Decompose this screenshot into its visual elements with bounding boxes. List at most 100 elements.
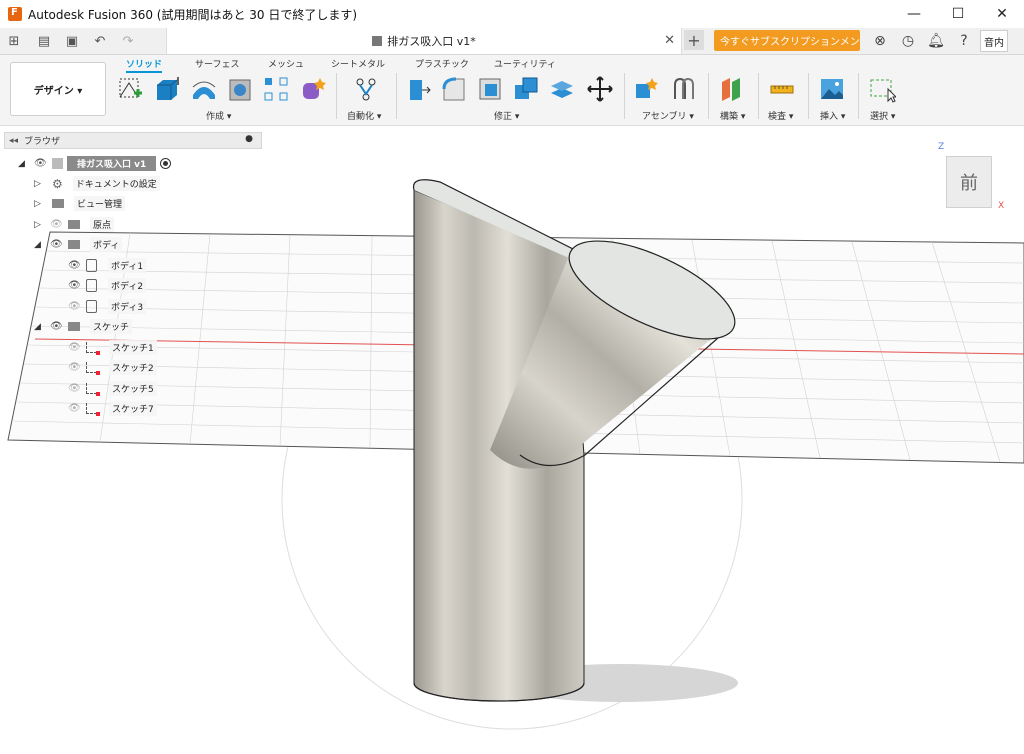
job-status-icon[interactable]: ◷ xyxy=(894,30,922,52)
collapsed-triangle-icon[interactable]: ▷ xyxy=(34,220,44,230)
collapse-panel-icon[interactable]: ◂◂ xyxy=(9,136,18,146)
modify-group-label[interactable]: 修正 ▾ xyxy=(494,109,519,122)
eye-icon[interactable]: 👁︎ xyxy=(34,158,48,169)
eye-hidden-icon[interactable]: 👁︎ xyxy=(68,403,82,414)
eye-hidden-icon[interactable]: 👁︎ xyxy=(50,219,64,230)
eye-hidden-icon[interactable]: 👁︎ xyxy=(68,301,82,312)
move-copy-icon[interactable] xyxy=(586,75,614,103)
tab-solid[interactable]: ソリッド xyxy=(126,57,163,73)
tree-item-sketch2[interactable]: 👁︎ スケッチ2 xyxy=(68,359,157,376)
eye-icon[interactable]: 👁︎ xyxy=(68,260,82,271)
data-panel-grid-icon[interactable]: ⊞ xyxy=(3,30,25,52)
tree-item-sketch1[interactable]: 👁︎ スケッチ1 xyxy=(68,339,157,356)
tree-item-sketch7[interactable]: 👁︎ スケッチ7 xyxy=(68,400,157,417)
create-group-label[interactable]: 作成 ▾ xyxy=(206,109,231,122)
press-pull-icon[interactable] xyxy=(404,75,432,103)
tree-root-label: 排ガス吸入口 v1 xyxy=(67,156,157,171)
close-button[interactable]: ✕ xyxy=(980,0,1024,28)
tab-surface[interactable]: サーフェス xyxy=(195,57,239,70)
automate-icon[interactable] xyxy=(352,75,380,103)
tree-item-body3[interactable]: 👁︎ ボディ3 xyxy=(68,298,147,315)
create-sketch-icon[interactable] xyxy=(116,75,144,103)
create-form-icon[interactable] xyxy=(298,75,326,103)
tab-utility[interactable]: ユーティリティ xyxy=(494,57,556,70)
tree-item-sketches[interactable]: ◢ 👁︎ スケッチ xyxy=(34,318,133,335)
expanded-triangle-icon[interactable]: ◢ xyxy=(34,322,44,332)
eye-hidden-icon[interactable]: 👁︎ xyxy=(68,342,82,353)
tree-root[interactable]: ◢ 👁︎ 排ガス吸入口 v1 xyxy=(18,155,172,172)
select-group-label[interactable]: 選択 ▾ xyxy=(870,109,895,122)
offset-plane-icon[interactable] xyxy=(718,75,746,103)
tree-item-named-views[interactable]: ▷ ビュー管理 xyxy=(34,195,126,212)
active-component-radio-icon[interactable] xyxy=(160,158,172,169)
user-account-button[interactable]: 音内 xyxy=(980,30,1008,52)
viewcube-front-face[interactable]: 前 xyxy=(960,169,978,195)
3d-viewport[interactable]: 前 Z X xyxy=(0,126,1024,751)
eye-icon[interactable]: 👁︎ xyxy=(50,239,64,250)
tree-item-label: ビュー管理 xyxy=(74,196,126,211)
tab-plastic[interactable]: プラスチック xyxy=(415,57,469,70)
collapsed-triangle-icon[interactable]: ▷ xyxy=(34,179,44,189)
tab-sheet-metal[interactable]: シートメタル xyxy=(331,57,385,70)
tree-item-sketch5[interactable]: 👁︎ スケッチ5 xyxy=(68,380,157,397)
new-component-icon[interactable] xyxy=(632,75,660,103)
insert-group-label[interactable]: 挿入 ▾ xyxy=(820,109,845,122)
redo-icon[interactable]: ↷ xyxy=(117,30,139,52)
tree-item-label: スケッチ2 xyxy=(109,360,157,375)
subscribe-button[interactable]: 今すぐサブスクリプションメンバーに… xyxy=(714,30,860,51)
minimize-button[interactable]: — xyxy=(892,0,936,28)
inspect-group-label[interactable]: 検査 ▾ xyxy=(768,109,793,122)
tree-item-origin[interactable]: ▷ 👁︎ 原点 xyxy=(34,216,115,233)
revolve-icon[interactable] xyxy=(190,75,218,103)
undo-icon[interactable]: ↶ xyxy=(89,30,111,52)
application-bar: ⊞ ▤ ▣ ↶ ↷ 排ガス吸入口 v1* ✕ + 今すぐサブスクリプションメンバ… xyxy=(0,28,1024,55)
split-body-icon[interactable] xyxy=(548,75,576,103)
fillet-icon[interactable] xyxy=(440,75,468,103)
construct-group-label[interactable]: 構築 ▾ xyxy=(720,109,745,122)
joint-icon[interactable] xyxy=(670,75,698,103)
pattern-icon[interactable] xyxy=(262,75,290,103)
workspace-switcher-button[interactable]: デザイン ▾ xyxy=(10,62,106,116)
select-icon[interactable] xyxy=(868,75,896,103)
expanded-triangle-icon[interactable]: ◢ xyxy=(34,240,44,250)
toolbar-ribbon: デザイン ▾ ソリッド サーフェス メッシュ シートメタル プラスチック ユーテ… xyxy=(0,55,1024,126)
minimize-icon: — xyxy=(907,6,921,22)
model-scene[interactable] xyxy=(0,126,1024,751)
tree-item-body1[interactable]: 👁︎ ボディ1 xyxy=(68,257,147,274)
extrude-icon[interactable] xyxy=(152,75,180,103)
sketch-icon xyxy=(86,383,100,396)
panel-toggle-icon[interactable]: ● xyxy=(245,134,253,144)
automate-group-label[interactable]: 自動化 ▾ xyxy=(347,109,381,122)
file-menu-icon[interactable]: ▤ xyxy=(33,30,55,52)
eye-hidden-icon[interactable]: 👁︎ xyxy=(68,383,82,394)
collapsed-triangle-icon[interactable]: ▷ xyxy=(34,199,44,209)
eye-icon[interactable]: 👁︎ xyxy=(50,321,64,332)
maximize-button[interactable]: ☐ xyxy=(936,0,980,28)
document-tab-label: 排ガス吸入口 v1* xyxy=(387,35,476,48)
assemble-group-label[interactable]: アセンブリ ▾ xyxy=(642,109,694,122)
help-icon[interactable]: ? xyxy=(950,30,978,52)
hole-icon[interactable] xyxy=(226,75,254,103)
tree-item-label: ボディ1 xyxy=(108,258,147,273)
tree-item-bodies[interactable]: ◢ 👁︎ ボディ xyxy=(34,236,123,253)
body-icon xyxy=(86,259,97,272)
notifications-bell-icon[interactable]: 🔔︎ xyxy=(922,30,950,52)
ribbon-separator xyxy=(708,73,709,119)
expanded-triangle-icon[interactable]: ◢ xyxy=(18,159,28,169)
extensions-icon[interactable]: ⊗ xyxy=(866,30,894,52)
shell-icon[interactable] xyxy=(476,75,504,103)
tree-item-document-settings[interactable]: ▷ ⚙ ドキュメントの設定 xyxy=(34,175,160,192)
viewcube[interactable]: 前 xyxy=(946,156,992,208)
insert-image-icon[interactable] xyxy=(818,75,846,103)
eye-hidden-icon[interactable]: 👁︎ xyxy=(68,362,82,373)
tab-mesh[interactable]: メッシュ xyxy=(268,57,304,70)
new-tab-button[interactable]: + xyxy=(684,30,704,50)
tree-item-body2[interactable]: 👁︎ ボディ2 xyxy=(68,277,147,294)
eye-icon[interactable]: 👁︎ xyxy=(68,280,82,291)
close-tab-icon[interactable]: ✕ xyxy=(664,33,675,48)
document-tab[interactable]: 排ガス吸入口 v1* ✕ xyxy=(166,28,682,54)
save-icon[interactable]: ▣ xyxy=(61,30,83,52)
measure-icon[interactable] xyxy=(768,75,796,103)
combine-icon[interactable] xyxy=(512,75,540,103)
window-title: Autodesk Fusion 360 (試用期間はあと 30 日で終了します) xyxy=(28,7,358,22)
